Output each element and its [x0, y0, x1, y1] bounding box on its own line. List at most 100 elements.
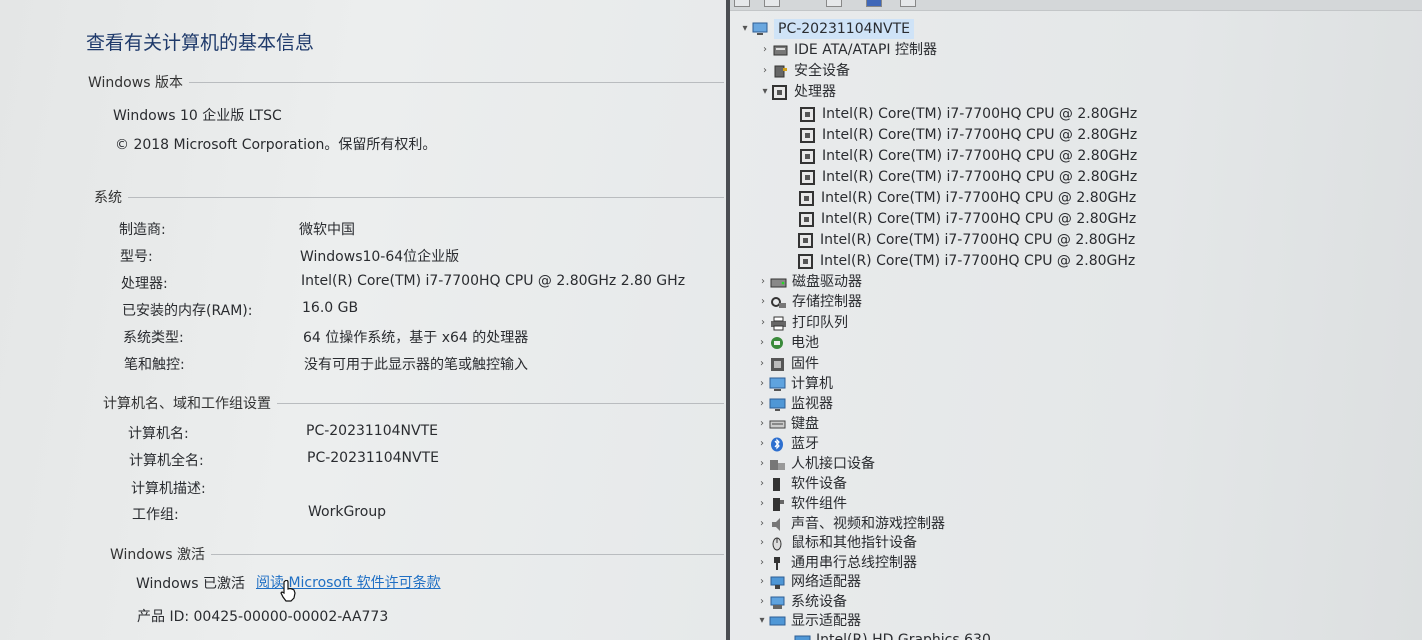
tree-node-cpu-7[interactable]: Intel(R) Core(TM) i7-7700HQ CPU @ 2.80GH…	[798, 230, 1135, 250]
tree-node-monitor[interactable]: › 监视器	[755, 394, 833, 414]
chevron-down-icon[interactable]: ▾	[755, 611, 769, 631]
tree-node-battery[interactable]: › 电池	[755, 333, 819, 353]
system-heading: 系统	[94, 187, 724, 207]
chevron-right-icon[interactable]: ›	[756, 313, 770, 333]
toolbar	[730, 0, 1422, 11]
display-adapter-icon	[794, 633, 811, 640]
tree-node-firmware[interactable]: › 固件	[755, 354, 819, 374]
system-device-icon	[769, 595, 786, 610]
network-adapter-icon	[769, 575, 786, 590]
back-icon[interactable]	[734, 0, 750, 7]
tree-node-hid[interactable]: › 人机接口设备	[755, 454, 875, 474]
bluetooth-icon	[769, 437, 786, 452]
chevron-right-icon[interactable]: ›	[755, 354, 769, 374]
windows-edition-heading: Windows 版本	[88, 72, 724, 92]
chevron-right-icon[interactable]: ›	[756, 272, 770, 292]
processor-icon	[772, 84, 789, 100]
tree-node-cpu-6[interactable]: Intel(R) Core(TM) i7-7700HQ CPU @ 2.80GH…	[799, 209, 1136, 229]
sound-icon	[769, 517, 786, 532]
mouse-icon	[769, 536, 786, 551]
keyboard-icon	[769, 417, 786, 432]
tree-node-cpu-3[interactable]: Intel(R) Core(TM) i7-7700HQ CPU @ 2.80GH…	[800, 146, 1137, 166]
tree-node-gpu[interactable]: Intel(R) HD Graphics 630	[794, 630, 991, 640]
hid-icon	[769, 457, 786, 472]
page-title: 查看有关计算机的基本信息	[86, 32, 315, 54]
tree-root[interactable]: ▾ PC-20231104NVTE	[738, 19, 914, 39]
forward-icon[interactable]	[764, 0, 780, 7]
tree-node-computer[interactable]: › 计算机	[755, 374, 833, 394]
chevron-right-icon[interactable]: ›	[755, 333, 769, 353]
tree-node-display-adapter[interactable]: ▾ 显示适配器	[755, 611, 861, 631]
chevron-right-icon[interactable]: ›	[758, 40, 772, 60]
tree-node-print-queue[interactable]: › 打印队列	[756, 313, 848, 333]
cpu-chip-icon	[798, 253, 815, 269]
cpu-chip-icon	[798, 232, 815, 248]
activation-status: Windows 已激活	[136, 576, 245, 592]
cpu-chip-icon	[800, 148, 817, 164]
cpu-chip-icon	[800, 169, 817, 185]
tree-node-software-device[interactable]: › 软件设备	[755, 474, 847, 494]
tree-node-bluetooth[interactable]: › 蓝牙	[755, 434, 819, 454]
tree-node-storage[interactable]: › 存储控制器	[756, 292, 862, 312]
cpu-chip-icon	[800, 106, 817, 122]
tree-node-usb[interactable]: › 通用串行总线控制器	[755, 553, 917, 573]
tree-node-ide-controller[interactable]: › IDE ATA/ATAPI 控制器	[758, 40, 937, 60]
tree-node-processor[interactable]: ▾ 处理器	[758, 82, 836, 102]
tree-node-cpu-4[interactable]: Intel(R) Core(TM) i7-7700HQ CPU @ 2.80GH…	[800, 167, 1137, 187]
copyright-text: © 2018 Microsoft Corporation。保留所有权利。	[115, 137, 437, 153]
chevron-right-icon[interactable]: ›	[755, 434, 769, 454]
disk-drive-icon	[770, 275, 787, 290]
tree-node-cpu-2[interactable]: Intel(R) Core(TM) i7-7700HQ CPU @ 2.80GH…	[800, 125, 1137, 145]
tree-node-cpu-1[interactable]: Intel(R) Core(TM) i7-7700HQ CPU @ 2.80GH…	[800, 104, 1137, 124]
computer-root-icon	[752, 22, 769, 37]
chevron-right-icon[interactable]: ›	[755, 414, 769, 434]
printer-icon	[770, 316, 787, 331]
windows-edition: Windows 10 企业版 LTSC	[113, 108, 282, 124]
tree-node-keyboard[interactable]: › 键盘	[755, 414, 819, 434]
display-adapter-icon	[769, 614, 786, 629]
chevron-right-icon[interactable]: ›	[755, 592, 769, 612]
tree-node-cpu-8[interactable]: Intel(R) Core(TM) i7-7700HQ CPU @ 2.80GH…	[798, 251, 1135, 271]
chevron-right-icon[interactable]: ›	[756, 292, 770, 312]
chevron-right-icon[interactable]: ›	[755, 494, 769, 514]
computer-icon	[769, 377, 786, 392]
tree-node-network[interactable]: › 网络适配器	[755, 572, 861, 592]
chevron-right-icon[interactable]: ›	[755, 553, 769, 573]
monitor-icon	[769, 397, 786, 412]
tree-node-cpu-5[interactable]: Intel(R) Core(TM) i7-7700HQ CPU @ 2.80GH…	[799, 188, 1136, 208]
device-manager-panel: ▾ PC-20231104NVTE › IDE ATA/ATAPI 控制器 › …	[730, 0, 1422, 640]
chevron-right-icon[interactable]: ›	[755, 394, 769, 414]
chevron-right-icon[interactable]: ›	[755, 474, 769, 494]
chevron-right-icon[interactable]: ›	[755, 533, 769, 553]
chevron-down-icon[interactable]: ▾	[758, 82, 772, 102]
battery-icon	[769, 336, 786, 351]
security-device-icon	[772, 64, 789, 79]
usb-icon	[769, 556, 786, 571]
tree-node-sound[interactable]: › 声音、视频和游戏控制器	[755, 514, 945, 534]
hand-cursor-icon	[280, 580, 296, 602]
tree-node-software-component[interactable]: › 软件组件	[755, 494, 847, 514]
tree-node-security[interactable]: › 安全设备	[758, 61, 850, 81]
activation-heading: Windows 激活	[110, 544, 724, 564]
cpu-chip-icon	[799, 211, 816, 227]
chevron-right-icon[interactable]: ›	[755, 454, 769, 474]
tree-node-system-devices[interactable]: › 系统设备	[755, 592, 847, 612]
chevron-right-icon[interactable]: ›	[755, 374, 769, 394]
tree-node-mouse[interactable]: › 鼠标和其他指针设备	[755, 533, 917, 553]
chevron-down-icon[interactable]: ▾	[738, 19, 752, 39]
chevron-right-icon[interactable]: ›	[755, 572, 769, 592]
software-component-icon	[769, 497, 786, 512]
help-icon[interactable]	[866, 0, 882, 7]
chevron-right-icon[interactable]: ›	[758, 61, 772, 81]
software-device-icon	[769, 477, 786, 492]
properties-icon[interactable]	[826, 0, 842, 7]
firmware-icon	[769, 357, 786, 372]
chevron-right-icon[interactable]: ›	[755, 514, 769, 534]
update-driver-icon[interactable]	[900, 0, 916, 7]
product-id: 产品 ID: 00425-00000-00002-AA773	[137, 609, 389, 625]
cpu-chip-icon	[800, 127, 817, 143]
storage-controller-icon	[770, 295, 787, 310]
tree-node-disk-drives[interactable]: › 磁盘驱动器	[756, 272, 862, 292]
cpu-chip-icon	[799, 190, 816, 206]
system-info-panel: 查看有关计算机的基本信息 Windows 版本 Windows 10 企业版 L…	[0, 0, 726, 640]
